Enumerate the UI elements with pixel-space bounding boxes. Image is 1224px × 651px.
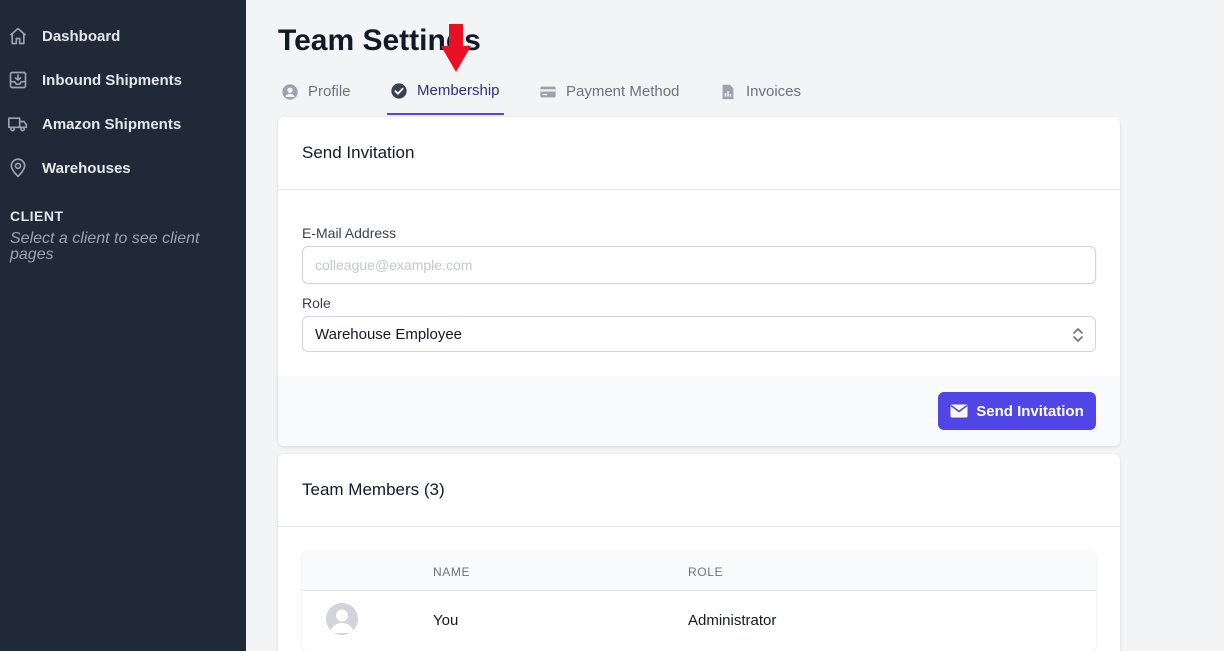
- sidebar-item-label: Inbound Shipments: [42, 71, 182, 89]
- card-title: Team Members (3): [278, 454, 1120, 527]
- send-invitation-button[interactable]: Send Invitation: [938, 392, 1096, 430]
- truck-icon: [8, 114, 28, 134]
- send-invitation-button-label: Send Invitation: [976, 402, 1084, 420]
- send-invitation-card: Send Invitation E-Mail Address Role Ware…: [278, 117, 1120, 446]
- check-circle-icon: [390, 82, 408, 100]
- sidebar-item-inbound-shipments[interactable]: Inbound Shipments: [0, 58, 246, 102]
- tab-label: Membership: [417, 82, 500, 99]
- credit-card-icon: [539, 83, 557, 101]
- tab-label: Profile: [308, 83, 351, 100]
- role-label: Role: [302, 295, 331, 311]
- column-header-name: NAME: [433, 565, 471, 579]
- sidebar: Dashboard Inbound Shipments Amazon Shipm…: [0, 0, 246, 651]
- annotation-arrow-icon: [441, 24, 471, 72]
- sidebar-item-label: Dashboard: [42, 27, 121, 45]
- tab-membership[interactable]: Membership: [387, 68, 504, 115]
- chevron-up-down-icon: [1073, 328, 1083, 342]
- inbox-download-icon: [8, 70, 28, 90]
- avatar: [326, 603, 358, 635]
- tab-label: Payment Method: [566, 83, 680, 100]
- tab-payment-method[interactable]: Payment Method: [539, 68, 679, 115]
- tab-invoices[interactable]: Invoices: [719, 68, 801, 115]
- sidebar-item-amazon-shipments[interactable]: Amazon Shipments: [0, 102, 246, 146]
- role-select-value: Warehouse Employee: [315, 325, 463, 343]
- email-label: E-Mail Address: [302, 225, 397, 241]
- client-select-hint: Select a client to see client pages: [10, 230, 200, 263]
- home-icon: [8, 26, 28, 46]
- envelope-icon: [950, 404, 968, 418]
- member-name: You: [433, 612, 459, 629]
- table-header: NAME ROLE: [302, 551, 1096, 591]
- role-select[interactable]: Warehouse Employee: [302, 316, 1096, 352]
- email-field[interactable]: [302, 246, 1096, 284]
- team-members-table: NAME ROLE You Administrator: [302, 551, 1096, 651]
- member-role: Administrator: [688, 612, 777, 629]
- table-row[interactable]: You Administrator: [302, 591, 1096, 651]
- card-footer: Send Invitation: [278, 376, 1120, 446]
- column-header-role: ROLE: [688, 565, 724, 579]
- document-chart-icon: [719, 83, 737, 101]
- tab-label: Invoices: [746, 83, 802, 100]
- location-pin-icon: [8, 158, 28, 178]
- settings-tabs: Profile Membership Payment Method Invoic…: [278, 68, 878, 115]
- team-members-card: Team Members (3) NAME ROLE You Administr…: [278, 454, 1120, 651]
- sidebar-item-label: Warehouses: [42, 159, 131, 177]
- card-title: Send Invitation: [278, 117, 1120, 190]
- tab-profile[interactable]: Profile: [281, 68, 351, 115]
- sidebar-item-dashboard[interactable]: Dashboard: [0, 14, 246, 58]
- client-section-heading: CLIENT: [10, 208, 64, 224]
- sidebar-item-label: Amazon Shipments: [42, 115, 182, 133]
- user-circle-icon: [281, 83, 299, 101]
- sidebar-item-warehouses[interactable]: Warehouses: [0, 146, 246, 190]
